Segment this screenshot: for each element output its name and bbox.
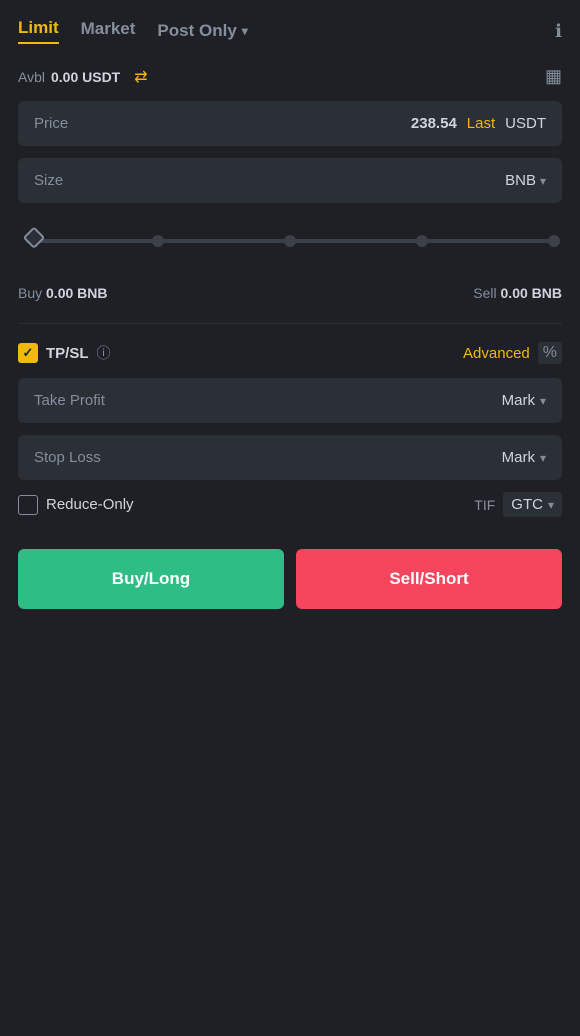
reduce-only-label: Reduce-Only <box>46 496 134 513</box>
reduce-only-left: Reduce-Only <box>18 495 134 515</box>
quantity-slider[interactable] <box>18 215 562 267</box>
tab-market[interactable]: Market <box>81 19 136 43</box>
tpsl-right: Advanced % <box>463 342 562 364</box>
take-profit-dropdown[interactable]: Mark ▾ <box>502 392 546 409</box>
slider-thumb[interactable] <box>23 226 46 249</box>
stop-loss-field[interactable]: Stop Loss Mark ▾ <box>18 435 562 480</box>
tpsl-label: TP/SL <box>46 345 89 362</box>
slider-tick-75[interactable] <box>416 235 428 247</box>
divider <box>18 323 562 324</box>
avbl-value: 0.00 USDT <box>51 69 120 85</box>
price-right: 238.54 Last USDT <box>411 115 546 132</box>
slider-tick-50[interactable] <box>284 235 296 247</box>
chevron-down-icon: ▾ <box>548 498 554 512</box>
action-buttons: Buy/Long Sell/Short <box>18 549 562 609</box>
swap-icon[interactable]: ⇄ <box>134 67 147 87</box>
tif-dropdown[interactable]: GTC ▾ <box>503 492 562 517</box>
reduce-only-checkbox[interactable] <box>18 495 38 515</box>
buy-sell-amounts: Buy 0.00 BNB Sell 0.00 BNB <box>18 285 562 301</box>
tpsl-row: TP/SL ⓘ Advanced % <box>18 342 562 364</box>
tpsl-left: TP/SL ⓘ <box>18 343 111 363</box>
info-icon[interactable]: ℹ <box>555 21 562 42</box>
buy-long-button[interactable]: Buy/Long <box>18 549 284 609</box>
tif-row: TIF GTC ▾ <box>474 492 562 517</box>
chevron-down-icon: ▾ <box>540 174 546 188</box>
tif-label: TIF <box>474 497 495 513</box>
size-field[interactable]: Size BNB ▾ <box>18 158 562 203</box>
balance-row: Avbl 0.00 USDT ⇄ ▦ <box>18 66 562 87</box>
take-profit-label: Take Profit <box>34 392 105 409</box>
tpsl-checkbox[interactable] <box>18 343 38 363</box>
slider-tick-25[interactable] <box>152 235 164 247</box>
sell-amount: Sell 0.00 BNB <box>473 285 562 301</box>
price-field[interactable]: Price 238.54 Last USDT <box>18 101 562 146</box>
price-unit: USDT <box>505 115 546 132</box>
tpsl-info-icon[interactable]: ⓘ <box>97 343 111 363</box>
price-value: 238.54 <box>411 115 457 132</box>
size-unit-dropdown[interactable]: BNB ▾ <box>505 172 546 189</box>
chevron-down-icon: ▾ <box>540 394 546 408</box>
slider-tick-100[interactable] <box>548 235 560 247</box>
percent-icon[interactable]: % <box>538 342 562 364</box>
size-label: Size <box>34 172 63 189</box>
avbl-label: Avbl <box>18 69 45 85</box>
buy-amount: Buy 0.00 BNB <box>18 285 108 301</box>
reduce-only-row: Reduce-Only TIF GTC ▾ <box>18 492 562 517</box>
stop-loss-dropdown[interactable]: Mark ▾ <box>502 449 546 466</box>
tab-post-only[interactable]: Post Only ▾ <box>157 21 247 41</box>
sell-short-button[interactable]: Sell/Short <box>296 549 562 609</box>
chevron-down-icon: ▾ <box>242 24 248 38</box>
stop-loss-label: Stop Loss <box>34 449 101 466</box>
order-type-tabs: Limit Market Post Only ▾ ℹ <box>18 18 562 44</box>
price-last-tag: Last <box>467 115 495 132</box>
slider-track <box>26 239 554 243</box>
tab-limit[interactable]: Limit <box>18 18 59 44</box>
price-label: Price <box>34 115 68 132</box>
calculator-icon[interactable]: ▦ <box>545 66 562 87</box>
chevron-down-icon: ▾ <box>540 451 546 465</box>
take-profit-field[interactable]: Take Profit Mark ▾ <box>18 378 562 423</box>
advanced-label[interactable]: Advanced <box>463 345 530 362</box>
